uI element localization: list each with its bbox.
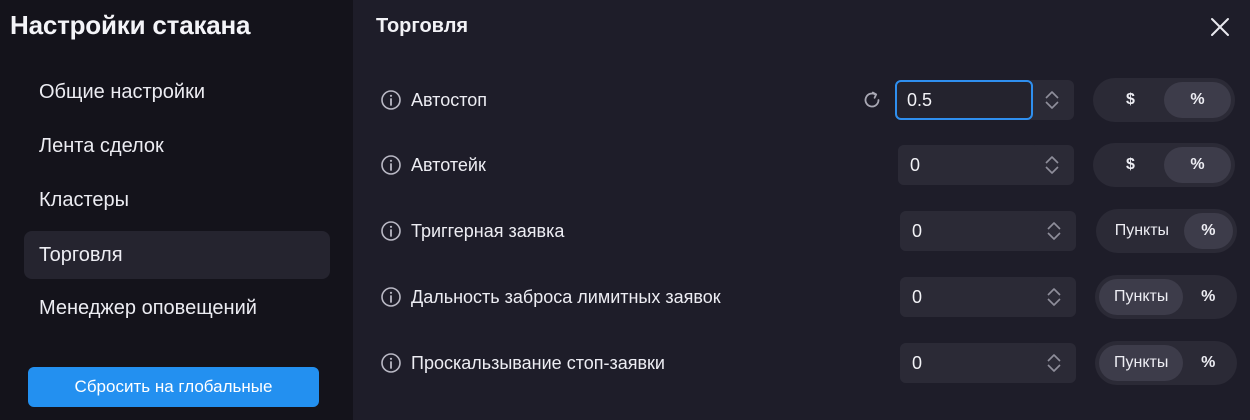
- setting-row-limit-distance: Дальность заброса лимитных заявок Пункты…: [0, 275, 1250, 319]
- info-icon[interactable]: [380, 154, 402, 176]
- unit-toggle: Пункты %: [1096, 209, 1237, 253]
- limit-distance-field: [900, 277, 1076, 317]
- autotake-field: [898, 145, 1074, 185]
- unit-percent-option[interactable]: %: [1164, 147, 1231, 183]
- unit-toggle: $ %: [1093, 143, 1235, 187]
- limit-distance-input[interactable]: [900, 277, 1040, 317]
- unit-points-option[interactable]: Пункты: [1099, 279, 1184, 315]
- trigger-order-input[interactable]: [900, 211, 1040, 251]
- stepper-icon[interactable]: [1046, 352, 1062, 374]
- setting-label: Триггерная заявка: [411, 221, 565, 241]
- page-title: Торговля: [376, 15, 469, 37]
- info-icon[interactable]: [380, 89, 402, 111]
- stepper-icon[interactable]: [1046, 220, 1062, 242]
- stop-slippage-input[interactable]: [900, 343, 1040, 383]
- info-icon[interactable]: [380, 352, 402, 374]
- setting-label: Проскальзывание стоп-заявки: [411, 353, 665, 373]
- unit-toggle: Пункты %: [1095, 341, 1237, 385]
- setting-label: Автотейк: [411, 155, 486, 175]
- unit-percent-option[interactable]: %: [1164, 82, 1231, 118]
- unit-percent-option[interactable]: %: [1183, 345, 1233, 381]
- unit-dollar-option[interactable]: $: [1097, 147, 1164, 183]
- setting-label: Автостоп: [411, 90, 488, 110]
- close-button[interactable]: [1205, 12, 1235, 42]
- refresh-icon[interactable]: [860, 88, 884, 112]
- close-icon: [1211, 18, 1229, 36]
- unit-points-option[interactable]: Пункты: [1099, 345, 1184, 381]
- stepper-icon[interactable]: [1044, 154, 1060, 176]
- unit-toggle: $ %: [1093, 78, 1235, 122]
- unit-points-option[interactable]: Пункты: [1100, 213, 1184, 249]
- stepper-icon[interactable]: [1044, 89, 1060, 111]
- sidebar-title: Настройки стакана: [10, 10, 251, 40]
- setting-row-trigger-order: Триггерная заявка Пункты %: [0, 209, 1250, 253]
- setting-row-autostop: Автостоп $ %: [0, 78, 1250, 122]
- unit-dollar-option[interactable]: $: [1097, 82, 1164, 118]
- unit-toggle: Пункты %: [1095, 275, 1237, 319]
- autotake-input[interactable]: [898, 145, 1038, 185]
- unit-percent-option[interactable]: %: [1183, 279, 1233, 315]
- trigger-order-field: [900, 211, 1076, 251]
- autostop-field: [895, 80, 1074, 120]
- stop-slippage-field: [900, 343, 1076, 383]
- info-icon[interactable]: [380, 220, 402, 242]
- stepper-icon[interactable]: [1046, 286, 1062, 308]
- setting-row-autotake: Автотейк $ %: [0, 143, 1250, 187]
- unit-percent-option[interactable]: %: [1183, 213, 1233, 249]
- setting-label: Дальность заброса лимитных заявок: [411, 287, 721, 307]
- autostop-input[interactable]: [895, 80, 1033, 120]
- setting-row-stop-slippage: Проскальзывание стоп-заявки Пункты %: [0, 341, 1250, 385]
- info-icon[interactable]: [380, 286, 402, 308]
